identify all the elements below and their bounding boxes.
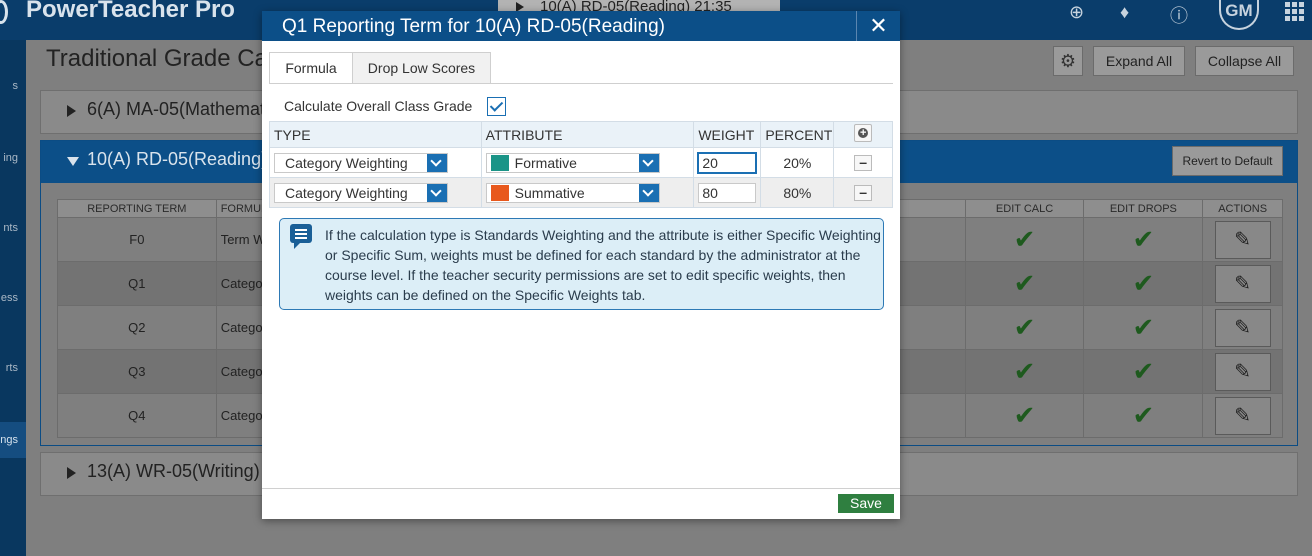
col-type: TYPE	[269, 121, 482, 148]
type-select[interactable]: Category Weighting	[274, 182, 448, 203]
term-cell: Q1	[57, 261, 217, 306]
info-text: If the calculation type is Standards Wei…	[325, 227, 881, 303]
type-select-value: Category Weighting	[285, 184, 408, 201]
attribute-color-swatch	[490, 184, 509, 201]
term-cell: Q3	[57, 349, 217, 394]
save-button[interactable]: Save	[838, 494, 894, 513]
add-circle-icon[interactable]: ⊕	[1069, 2, 1084, 23]
col-actions: ACTIONS	[1202, 199, 1283, 218]
attribute-select-value: Formative	[514, 154, 577, 171]
check-icon: ✔	[1132, 224, 1155, 254]
calc-overall-label: Calculate Overall Class Grade	[284, 98, 473, 114]
check-icon: ✔	[1013, 268, 1036, 298]
edit-button[interactable]: ✎	[1214, 396, 1271, 435]
edit-button[interactable]: ✎	[1214, 220, 1271, 259]
dialog-title: Q1 Reporting Term for 10(A) RD-05(Readin…	[282, 16, 665, 37]
calc-overall-checkbox[interactable]	[487, 97, 506, 116]
col-reporting-term: REPORTING TERM	[57, 199, 217, 218]
remove-row-button[interactable]: –	[854, 155, 873, 171]
check-icon: ✔	[1132, 312, 1155, 342]
col-edit-drops: EDIT DROPS	[1083, 199, 1204, 218]
sidebar-item-5[interactable]: rts	[0, 362, 26, 374]
tab-formula[interactable]: Formula	[269, 52, 353, 84]
col-attribute: ATTRIBUTE	[480, 121, 695, 148]
col-weight: WEIGHT	[693, 121, 762, 148]
close-icon: ✕	[869, 13, 888, 38]
check-icon: ✔	[1013, 400, 1036, 430]
term-cell: F0	[57, 217, 217, 262]
reporting-term-dialog: Q1 Reporting Term for 10(A) RD-05(Readin…	[262, 11, 900, 519]
attribute-select-value: Summative	[514, 184, 585, 201]
help-icon[interactable]: ⓘ	[1170, 2, 1188, 28]
edit-button[interactable]: ✎	[1214, 352, 1271, 391]
dialog-header: Q1 Reporting Term for 10(A) RD-05(Readin…	[262, 11, 900, 41]
check-icon: ✔	[1013, 356, 1036, 386]
tab-drop-low-scores[interactable]: Drop Low Scores	[352, 52, 491, 84]
pencil-icon: ✎	[1234, 360, 1252, 383]
sidebar-item-3[interactable]: nts	[0, 222, 26, 234]
apps-grid-icon[interactable]	[1285, 2, 1305, 21]
collapse-icon	[67, 157, 79, 166]
brand-name: PowerTeacher Pro	[26, 0, 235, 23]
comment-icon	[290, 224, 312, 249]
term-cell: Q4	[57, 393, 217, 438]
avatar[interactable]: GM	[1219, 0, 1259, 30]
revert-to-default-button[interactable]: Revert to Default	[1172, 146, 1283, 176]
chevron-down-icon	[427, 183, 447, 202]
check-icon: ✔	[1132, 356, 1155, 386]
check-icon: ✔	[1013, 224, 1036, 254]
pencil-icon: ✎	[1234, 272, 1252, 295]
chevron-down-icon	[638, 183, 659, 202]
expand-icon	[67, 467, 76, 479]
bell-icon[interactable]: ♦	[1120, 2, 1129, 23]
attribute-select[interactable]: Formative	[485, 152, 660, 173]
formula-row: Category Weighting Summative 80% –	[269, 177, 893, 208]
sidebar-item-4[interactable]: ess	[0, 292, 26, 304]
attribute-select[interactable]: Summative	[485, 182, 660, 203]
check-icon: ✔	[1132, 268, 1155, 298]
weight-input[interactable]	[698, 182, 757, 203]
attribute-color-swatch	[490, 154, 509, 171]
info-message: If the calculation type is Standards Wei…	[279, 218, 884, 310]
formula-table: TYPE ATTRIBUTE WEIGHT PERCENT Category W…	[269, 121, 893, 208]
weight-input[interactable]	[698, 152, 757, 173]
chevron-down-icon	[638, 153, 659, 172]
col-percent: PERCENT	[760, 121, 835, 148]
settings-button[interactable]: ⚙	[1053, 46, 1083, 76]
percent-value: 20%	[760, 147, 835, 178]
section-title: 13(A) WR-05(Writing)	[87, 461, 260, 481]
expand-all-button[interactable]: Expand All	[1093, 46, 1185, 76]
remove-row-button[interactable]: –	[854, 185, 873, 201]
chevron-down-icon	[427, 153, 447, 172]
pencil-icon: ✎	[1234, 404, 1252, 427]
pencil-icon: ✎	[1234, 228, 1252, 251]
sidebar-item-2[interactable]: ing	[0, 152, 26, 164]
type-select[interactable]: Category Weighting	[274, 152, 448, 173]
percent-value: 80%	[760, 177, 835, 208]
pencil-icon: ✎	[1234, 316, 1252, 339]
add-row-button[interactable]	[854, 124, 873, 142]
formula-row: Category Weighting Formative 20% –	[269, 147, 893, 178]
check-icon: ✔	[1013, 312, 1036, 342]
sidebar-item-6[interactable]: ngs	[0, 422, 26, 458]
section-title: 10(A) RD-05(Reading)	[87, 149, 268, 169]
col-edit-calc: EDIT CALC	[964, 199, 1085, 218]
gear-icon: ⚙	[1059, 51, 1077, 71]
check-icon: ✔	[1132, 400, 1155, 430]
edit-button[interactable]: ✎	[1214, 264, 1271, 303]
sidebar-item-1[interactable]: s	[0, 80, 26, 92]
term-cell: Q2	[57, 305, 217, 350]
type-select-value: Category Weighting	[285, 154, 408, 171]
edit-button[interactable]: ✎	[1214, 308, 1271, 347]
collapse-all-button[interactable]: Collapse All	[1195, 46, 1294, 76]
expand-icon	[67, 105, 76, 117]
sidebar: s ing nts ess rts ngs	[0, 40, 26, 556]
close-button[interactable]: ✕	[856, 11, 900, 41]
logo-icon	[0, 0, 8, 24]
